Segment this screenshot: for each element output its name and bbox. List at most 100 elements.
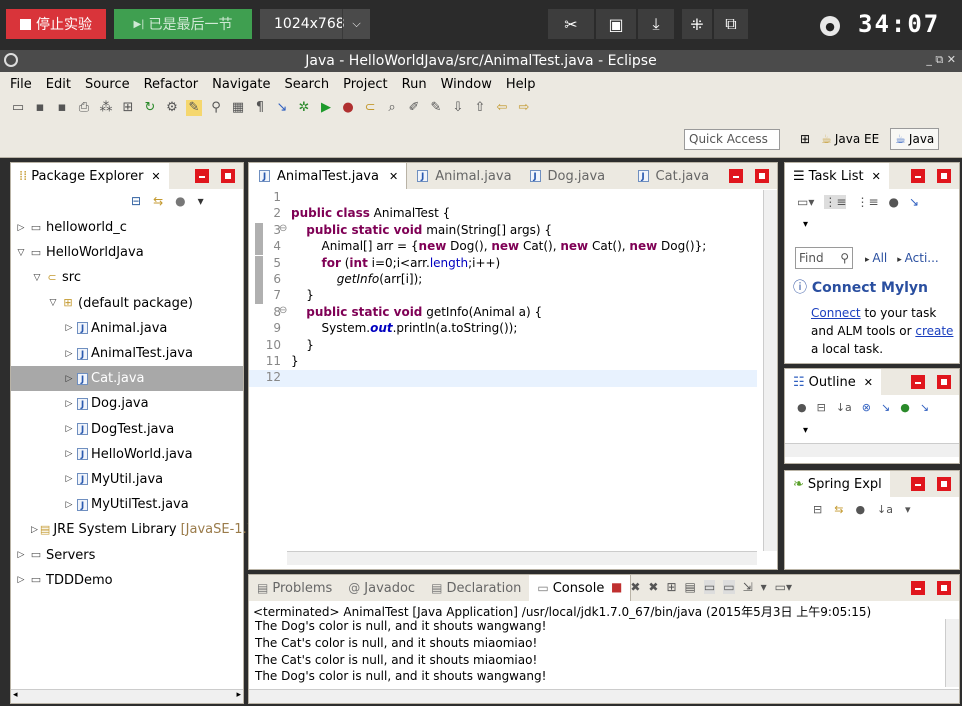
- tree-item[interactable]: ▷ J AnimalTest.java: [11, 341, 243, 366]
- focus-icon[interactable]: ●: [797, 401, 807, 414]
- expanded-arrow-icon[interactable]: ▽: [31, 273, 43, 283]
- prev-annotation-icon[interactable]: ⇧: [472, 100, 488, 116]
- show-stdout-icon[interactable]: ▭: [703, 580, 716, 594]
- link-editor-icon[interactable]: ⇆: [153, 194, 163, 208]
- close-icon[interactable]: ✕: [389, 170, 398, 183]
- outline-minimize-button[interactable]: [911, 375, 925, 389]
- menu-help[interactable]: Help: [504, 77, 538, 92]
- minimize-button[interactable]: [195, 169, 209, 183]
- categorized-icon[interactable]: ⋮≡: [824, 195, 847, 209]
- fold-icon[interactable]: ⊖: [279, 305, 287, 316]
- open-folder-icon[interactable]: ⊂: [362, 100, 378, 116]
- task-list-minimize-button[interactable]: [911, 169, 925, 183]
- perspective-java[interactable]: ☕ Java: [890, 128, 940, 150]
- display-icon[interactable]: ▣: [596, 9, 636, 39]
- menu-search[interactable]: Search: [282, 77, 331, 92]
- expanded-arrow-icon[interactable]: ▽: [47, 298, 59, 308]
- tree-item[interactable]: ▷ J DogTest.java: [11, 417, 243, 442]
- tree-item[interactable]: ▽ ▭ HelloWorldJava: [11, 240, 243, 265]
- pin-icon[interactable]: ⚲: [208, 100, 224, 116]
- create-link[interactable]: create: [915, 324, 953, 338]
- editor-tab[interactable]: J AnimalTest.java ✕: [249, 163, 408, 189]
- binary-icon[interactable]: ⁂: [98, 100, 114, 116]
- fold-icon[interactable]: ⊖: [279, 223, 287, 234]
- tree-item[interactable]: ▷ J MyUtilTest.java: [11, 492, 243, 517]
- download-icon[interactable]: ⤓: [638, 9, 674, 39]
- console-minimize-button[interactable]: [911, 581, 925, 595]
- run-icon[interactable]: ▶: [318, 100, 334, 116]
- collapsed-arrow-icon[interactable]: ▷: [63, 474, 75, 484]
- save-icon[interactable]: ▪: [32, 100, 48, 116]
- collapsed-arrow-icon[interactable]: ▷: [15, 575, 27, 585]
- resolution-select[interactable]: 1024x768 ⌵: [260, 9, 370, 39]
- scissors-icon[interactable]: ✂: [548, 9, 594, 39]
- sort-icon[interactable]: ↓a: [877, 503, 893, 516]
- editor-maximize-button[interactable]: [755, 169, 769, 183]
- editor-tab[interactable]: J Dog.java: [520, 163, 628, 189]
- menu-edit[interactable]: Edit: [44, 77, 73, 92]
- outline-horizontal-scrollbar[interactable]: [785, 443, 959, 457]
- scroll-lock-icon[interactable]: ⊞: [666, 580, 676, 594]
- horizontal-scrollbar[interactable]: ◂ ▸: [11, 689, 243, 703]
- editor-tab[interactable]: J Cat.java: [628, 163, 736, 189]
- close-icon[interactable]: ✕: [872, 170, 881, 183]
- highlight-icon[interactable]: ✎: [186, 100, 202, 116]
- console-tab[interactable]: @ Javadoc: [340, 575, 423, 601]
- remove-all-icon[interactable]: ✖: [648, 580, 658, 594]
- shrink-icon[interactable]: ⁜: [682, 9, 712, 39]
- eye-icon[interactable]: ●: [820, 16, 840, 36]
- focus-icon[interactable]: ●: [855, 503, 865, 516]
- collapsed-arrow-icon[interactable]: ▷: [63, 500, 75, 510]
- refresh-icon[interactable]: ↻: [142, 100, 158, 116]
- chevron-down-icon[interactable]: ▾: [803, 425, 808, 436]
- console-maximize-button[interactable]: [937, 581, 951, 595]
- collapse-all-icon[interactable]: ⊟: [813, 503, 822, 516]
- menu-project[interactable]: Project: [341, 77, 389, 92]
- print-icon[interactable]: ⎙: [76, 100, 92, 116]
- maximize-button[interactable]: [221, 169, 235, 183]
- menu-source[interactable]: Source: [83, 77, 132, 92]
- collapsed-arrow-icon[interactable]: ▷: [31, 525, 38, 535]
- tree-item[interactable]: ▷ ▤ JRE System Library [JavaSE-1.7]: [11, 517, 260, 542]
- pencil-icon[interactable]: ✐: [406, 100, 422, 116]
- new-task-icon[interactable]: ▭▾: [797, 195, 814, 209]
- new-icon[interactable]: ▭: [10, 100, 26, 116]
- filter-all[interactable]: ▸ All: [865, 251, 887, 265]
- display-console-icon[interactable]: ▾: [761, 580, 767, 594]
- collapse-all-icon[interactable]: ⊟: [817, 401, 826, 414]
- close-icon[interactable]: ✕: [864, 376, 873, 389]
- edit-icon[interactable]: ✎: [428, 100, 444, 116]
- focus-icon[interactable]: ●: [889, 195, 899, 209]
- console-vertical-scrollbar[interactable]: [945, 619, 959, 687]
- menu-refactor[interactable]: Refactor: [142, 77, 201, 92]
- tree-item[interactable]: ▷ J Cat.java: [11, 366, 243, 392]
- tab-package-explorer[interactable]: ⁞⁞ Package Explorer ✕: [11, 163, 169, 189]
- scroll-right-icon[interactable]: ▸: [236, 690, 241, 700]
- collapsed-arrow-icon[interactable]: ▷: [63, 424, 75, 434]
- sort-icon[interactable]: ↓a: [836, 401, 852, 414]
- coverage-icon[interactable]: ●: [340, 100, 356, 116]
- focus-icon[interactable]: ●: [175, 194, 185, 208]
- menu-navigate[interactable]: Navigate: [210, 77, 272, 92]
- editor-horizontal-scrollbar[interactable]: [287, 551, 757, 565]
- terminate-icon[interactable]: ■: [611, 580, 622, 594]
- chevron-down-icon[interactable]: ▾: [803, 219, 808, 230]
- open-perspective-icon[interactable]: ⊞: [800, 132, 810, 146]
- console-tab[interactable]: ▤ Problems: [249, 575, 340, 601]
- pin-console-icon[interactable]: ⇲: [743, 580, 753, 594]
- collapsed-arrow-icon[interactable]: ▷: [63, 374, 75, 384]
- view-menu-icon[interactable]: ▾: [198, 194, 204, 208]
- task-find-input[interactable]: Find ⚲: [795, 247, 853, 269]
- back-icon[interactable]: ⇦: [494, 100, 510, 116]
- menu-file[interactable]: File: [8, 77, 34, 92]
- open-console-icon[interactable]: ▭▾: [775, 580, 792, 594]
- tree-item[interactable]: ▷ J Dog.java: [11, 391, 243, 416]
- editor-tab[interactable]: J Animal.java: [407, 163, 519, 189]
- menu-run[interactable]: Run: [400, 77, 429, 92]
- show-stderr-icon[interactable]: ▭: [723, 580, 735, 594]
- spring-minimize-button[interactable]: [911, 477, 925, 491]
- collapsed-arrow-icon[interactable]: ▷: [63, 449, 75, 459]
- skip-breakpoints-icon[interactable]: ↘: [274, 100, 290, 116]
- scheduled-icon[interactable]: ⋮≡: [856, 195, 878, 209]
- tree-item[interactable]: ▷ ▭ Servers: [11, 542, 243, 567]
